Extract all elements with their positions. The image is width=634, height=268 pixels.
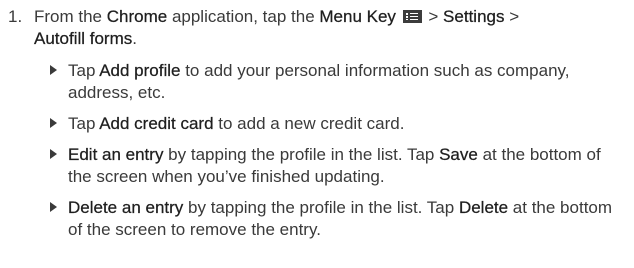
add-credit-card-label: Add credit card [99, 114, 214, 133]
save-label: Save [439, 145, 478, 164]
settings-label: Settings [443, 7, 505, 26]
bullet-text: Tap [68, 114, 100, 133]
triangle-bullet-icon [50, 149, 57, 159]
step-text-1: From the [34, 7, 107, 26]
add-profile-label: Add profile [99, 61, 181, 80]
triangle-bullet-icon [50, 65, 57, 75]
bullet-add-credit-card: Tap Add credit card to add a new credit … [49, 113, 629, 135]
delete-label: Delete [458, 198, 509, 217]
triangle-bullet-icon [50, 202, 57, 212]
triangle-bullet-icon [50, 118, 57, 128]
bullet-text: to add a new credit card. [213, 114, 405, 133]
step-number: 1. [8, 7, 23, 26]
edit-entry-label: Edit an entry [68, 145, 164, 164]
delete-entry-label: Delete an entry [68, 198, 184, 217]
menu-key-label: Menu Key [319, 7, 396, 26]
bullet-list: Tap Add profile to add your personal inf… [49, 60, 629, 250]
menu-key-icon [402, 10, 422, 23]
bullet-delete-entry: Delete an entry by tapping the profile i… [49, 197, 629, 241]
bullet-add-profile: Tap Add profile to add your personal inf… [49, 60, 629, 104]
step-1: 1. From the Chrome application, tap the M… [8, 6, 628, 50]
chrome-app-name: Chrome [106, 7, 168, 26]
autofill-forms-label: Autofill forms [34, 29, 133, 48]
bullet-text: by tapping the profile in the list. Tap [163, 145, 440, 164]
step-text-3: > [423, 7, 444, 26]
step-text-4: > [504, 7, 520, 26]
bullet-edit-entry: Edit an entry by tapping the profile in … [49, 144, 629, 188]
step-text-5: . [132, 29, 137, 48]
bullet-text: by tapping the profile in the list. Tap [183, 198, 459, 217]
step-text-2: application, tap the [167, 7, 320, 26]
bullet-text: Tap [68, 61, 100, 80]
